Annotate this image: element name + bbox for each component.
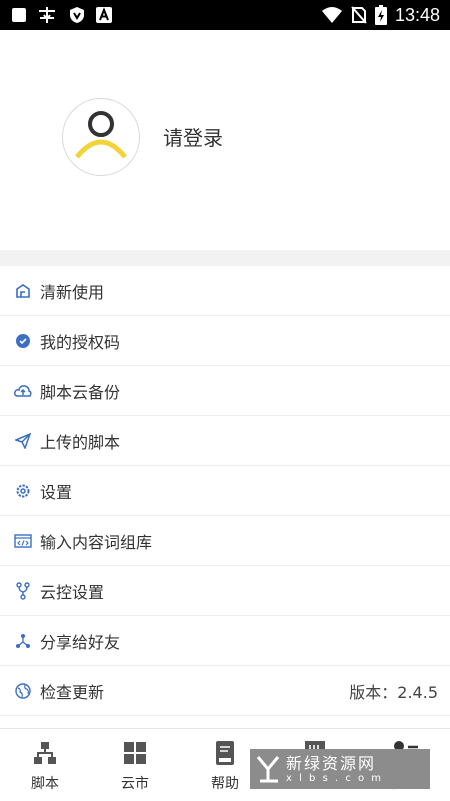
watermark-title: 新绿资源网 xyxy=(286,753,377,773)
tab-label: 脚本 xyxy=(31,776,59,792)
no-sim-icon xyxy=(351,6,367,24)
watermark-logo-icon xyxy=(250,749,286,789)
status-bar: 13:48 xyxy=(0,0,450,30)
menu-item-label: 我的授权码 xyxy=(40,332,121,352)
status-left-icons xyxy=(0,6,112,24)
version-label: 版本：2.4.5 xyxy=(349,682,438,702)
profile-header: 请登录 xyxy=(0,30,450,250)
hierarchy-icon xyxy=(34,742,56,764)
menu-item-cloud-control-settings[interactable]: 云控设置 xyxy=(0,566,450,616)
bug-icon xyxy=(39,7,55,23)
tab-scripts[interactable]: 脚本 xyxy=(0,729,90,801)
wifi-icon xyxy=(321,7,342,23)
tab-label: 帮助 xyxy=(211,776,239,792)
menu-item-label: 清新使用 xyxy=(40,282,105,302)
tab-cloud-market[interactable]: 云市 xyxy=(90,729,180,801)
tab-label: 云市 xyxy=(121,776,149,792)
menu-item-settings[interactable]: 设置 xyxy=(0,466,450,516)
gear-icon xyxy=(14,482,32,500)
login-prompt[interactable]: 请登录 xyxy=(163,122,223,151)
menu-item-check-update[interactable]: 检查更新 版本：2.4.5 xyxy=(0,666,450,716)
menu-item-label: 脚本云备份 xyxy=(40,382,121,402)
menu-item-uploaded-scripts[interactable]: 上传的脚本 xyxy=(0,416,450,466)
menu-list: 清新使用 我的授权码 脚本云备份 上传的脚本 设置 输入内容词组库 云控设置 分… xyxy=(0,266,450,716)
grid-icon xyxy=(124,742,146,764)
branch-icon xyxy=(14,581,32,600)
square-icon xyxy=(12,8,26,22)
menu-item-label: 上传的脚本 xyxy=(40,432,121,452)
menu-item-auth-code[interactable]: 我的授权码 xyxy=(0,316,450,366)
cloud-backup-icon xyxy=(14,382,32,400)
section-divider xyxy=(0,250,450,266)
menu-item-cloud-backup[interactable]: 脚本云备份 xyxy=(0,366,450,416)
menu-item-label: 输入内容词组库 xyxy=(40,532,153,552)
globe-icon xyxy=(14,682,32,700)
battery-charging-icon xyxy=(374,5,387,25)
shield-icon xyxy=(70,7,84,23)
code-window-icon xyxy=(14,532,32,550)
watermark: 新绿资源网 x l b s . c o m xyxy=(250,749,430,789)
avatar[interactable] xyxy=(62,98,140,176)
menu-item-fresh-use[interactable]: 清新使用 xyxy=(0,266,450,316)
app-a-icon xyxy=(96,7,112,23)
send-icon xyxy=(14,432,32,450)
watermark-text: 新绿资源网 x l b s . c o m xyxy=(286,753,384,784)
menu-item-label: 分享给好友 xyxy=(40,632,121,652)
menu-item-label: 设置 xyxy=(40,482,73,502)
book-icon xyxy=(216,741,234,765)
status-time: 13:48 xyxy=(394,4,440,25)
user-avatar-icon xyxy=(75,111,127,159)
menu-item-phrase-library[interactable]: 输入内容词组库 xyxy=(0,516,450,566)
status-right-icons: 13:48 xyxy=(321,5,450,26)
menu-item-label: 云控设置 xyxy=(40,582,105,602)
share-icon xyxy=(14,632,32,650)
menu-item-share[interactable]: 分享给好友 xyxy=(0,616,450,666)
refresh-corner-icon xyxy=(14,282,32,300)
badge-icon xyxy=(14,332,32,350)
watermark-url: x l b s . c o m xyxy=(286,772,384,784)
menu-item-label: 检查更新 xyxy=(40,682,105,702)
